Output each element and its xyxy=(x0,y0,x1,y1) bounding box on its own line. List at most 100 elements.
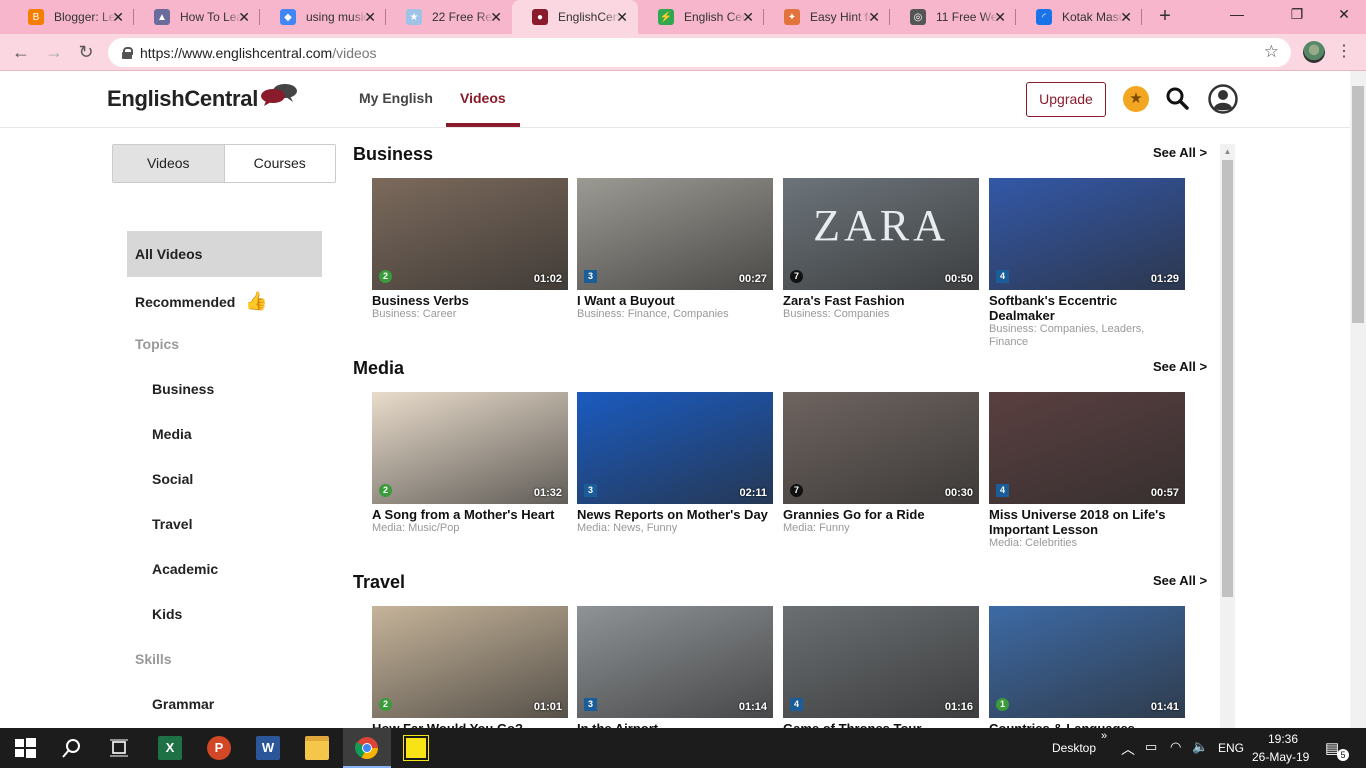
video-card[interactable]: 2 01:32 A Song from a Mother's Heart Media:… xyxy=(372,392,568,535)
video-title[interactable]: I Want a Buyout xyxy=(577,293,773,308)
desktop-toolbar-label[interactable]: Desktop xyxy=(1052,741,1096,755)
sidebar-item-kids[interactable]: Kids xyxy=(152,606,182,622)
restore-button[interactable]: ❐ xyxy=(1286,6,1308,26)
nav-videos[interactable]: Videos xyxy=(460,90,506,106)
video-card[interactable]: 4 01:29 Softbank's Eccentric Dealmaker Busi… xyxy=(989,178,1185,349)
sidebar-item-all-videos[interactable]: All Videos xyxy=(127,231,322,277)
excel-icon[interactable]: X xyxy=(158,736,182,760)
language-indicator[interactable]: ENG xyxy=(1218,741,1244,755)
battery-icon[interactable]: ▭ xyxy=(1145,739,1157,755)
englishcentral-logo[interactable]: EnglishCentral xyxy=(107,84,297,112)
browser-tab-english-central[interactable]: ⚡ English Cen ✕ xyxy=(638,0,764,34)
tab-close-icon[interactable]: ✕ xyxy=(112,9,124,25)
windows-start-icon[interactable] xyxy=(13,736,37,760)
video-thumbnail[interactable]: 4 00:57 xyxy=(989,392,1185,504)
browser-tab-22-free-resources[interactable]: ★ 22 Free Res ✕ xyxy=(386,0,512,34)
video-title[interactable]: A Song from a Mother's Heart xyxy=(372,507,568,522)
sidebar-item-travel[interactable]: Travel xyxy=(152,516,192,532)
minimize-button[interactable]: — xyxy=(1226,6,1248,26)
toggle-courses[interactable]: Courses xyxy=(225,145,336,182)
video-thumbnail[interactable]: 3 00:27 xyxy=(577,178,773,290)
back-icon[interactable]: ← xyxy=(9,41,33,63)
browser-tab-blogger[interactable]: B Blogger: Le ✕ xyxy=(8,0,134,34)
video-card[interactable]: ZARA 7 00:50 Zara's Fast Fashion Business: C… xyxy=(783,178,979,321)
tab-close-icon[interactable]: ✕ xyxy=(616,9,628,25)
video-title[interactable]: News Reports on Mother's Day xyxy=(577,507,773,522)
video-title[interactable]: Grannies Go for a Ride xyxy=(783,507,979,522)
tab-close-icon[interactable]: ✕ xyxy=(364,9,376,25)
clock-time[interactable]: 19:36 xyxy=(1268,732,1298,746)
video-thumbnail[interactable]: 2 01:32 xyxy=(372,392,568,504)
video-thumbnail[interactable]: 4 01:16 xyxy=(783,606,979,718)
tab-close-icon[interactable]: ✕ xyxy=(1120,9,1132,25)
browser-tab-using-music[interactable]: ◆ using music ✕ xyxy=(260,0,386,34)
video-title[interactable]: Zara's Fast Fashion xyxy=(783,293,979,308)
tab-close-icon[interactable]: ✕ xyxy=(490,9,502,25)
address-bar[interactable]: https://www.englishcentral.com/videos ☆ xyxy=(108,38,1291,67)
tab-close-icon[interactable]: ✕ xyxy=(742,9,754,25)
task-view-icon[interactable] xyxy=(107,736,131,760)
page-scrollbar-thumb[interactable] xyxy=(1352,86,1364,323)
search-icon[interactable] xyxy=(60,736,84,760)
file-explorer-icon[interactable] xyxy=(305,736,329,760)
see-all-link[interactable]: See All > xyxy=(1153,573,1207,588)
word-icon[interactable]: W xyxy=(256,736,280,760)
upgrade-button[interactable]: Upgrade xyxy=(1026,82,1106,117)
video-card[interactable]: 3 00:27 I Want a Buyout Business: Finance, … xyxy=(577,178,773,321)
see-all-link[interactable]: See All > xyxy=(1153,145,1207,160)
new-tab-button[interactable]: + xyxy=(1154,6,1176,28)
video-thumbnail[interactable]: 7 00:30 xyxy=(783,392,979,504)
clock-date[interactable]: 26-May-19 xyxy=(1252,750,1309,764)
video-card[interactable]: 401:16Game of Thrones Tour xyxy=(783,606,979,736)
sticky-notes-icon[interactable] xyxy=(403,735,429,761)
sidebar-item-recommended[interactable]: Recommended 👍 xyxy=(135,291,268,312)
video-card[interactable]: 301:14In the Airport xyxy=(577,606,773,736)
video-card[interactable]: 3 02:11 News Reports on Mother's Day Media:… xyxy=(577,392,773,535)
browser-tab-11-free-websites[interactable]: ◎ 11 Free Wel ✕ xyxy=(890,0,1016,34)
video-thumbnail[interactable]: 3 01:14 xyxy=(577,606,773,718)
toggle-videos[interactable]: Videos xyxy=(113,145,225,182)
sidebar-item-academic[interactable]: Academic xyxy=(152,561,218,577)
video-title[interactable]: Softbank's Eccentric Dealmaker xyxy=(989,293,1185,323)
sidebar-item-social[interactable]: Social xyxy=(152,471,193,487)
tab-close-icon[interactable]: ✕ xyxy=(994,9,1006,25)
panel-scrollbar-thumb[interactable] xyxy=(1222,160,1233,597)
search-icon[interactable] xyxy=(1165,86,1189,110)
video-card[interactable]: 2 01:02 Business Verbs Business: Career xyxy=(372,178,568,321)
sidebar-item-media[interactable]: Media xyxy=(152,426,192,442)
chevron-double-right-icon[interactable]: » xyxy=(1101,730,1107,742)
video-thumbnail[interactable]: 2 01:02 xyxy=(372,178,568,290)
browser-tab-englishcentral[interactable]: ● EnglishCent ✕ xyxy=(512,0,638,34)
forward-icon[interactable]: → xyxy=(42,41,66,63)
tab-close-icon[interactable]: ✕ xyxy=(238,9,250,25)
sidebar-item-business[interactable]: Business xyxy=(152,381,214,397)
reload-icon[interactable]: ↻ xyxy=(74,41,98,63)
powerpoint-icon[interactable]: P xyxy=(207,736,231,760)
video-thumbnail[interactable]: ZARA 7 00:50 xyxy=(783,178,979,290)
star-icon[interactable]: ★ xyxy=(1123,86,1149,112)
video-thumbnail[interactable]: 2 01:01 xyxy=(372,606,568,718)
see-all-link[interactable]: See All > xyxy=(1153,359,1207,374)
chrome-icon[interactable] xyxy=(355,736,379,760)
nav-my-english[interactable]: My English xyxy=(359,90,433,106)
video-card[interactable]: 201:01How Far Would You Go? xyxy=(372,606,568,736)
volume-icon[interactable]: 🔈 xyxy=(1192,739,1208,755)
video-title[interactable]: Business Verbs xyxy=(372,293,568,308)
video-thumbnail[interactable]: 1 01:41 xyxy=(989,606,1185,718)
browser-menu-icon[interactable]: ⋮ xyxy=(1336,41,1352,63)
video-card[interactable]: 4 00:57 Miss Universe 2018 on Life's Impor… xyxy=(989,392,1185,550)
browser-tab-how-to-learn[interactable]: ▲ How To Lea ✕ xyxy=(134,0,260,34)
browser-tab-kotak-masu[interactable]: ◜ Kotak Masu ✕ xyxy=(1016,0,1142,34)
video-card[interactable]: 7 00:30 Grannies Go for a Ride Media: Funny xyxy=(783,392,979,535)
tab-close-icon[interactable]: ✕ xyxy=(868,9,880,25)
profile-avatar[interactable] xyxy=(1303,41,1325,63)
close-window-button[interactable]: ✕ xyxy=(1333,6,1355,26)
browser-tab-easy-hint[interactable]: ✦ Easy Hint fo ✕ xyxy=(764,0,890,34)
wifi-icon[interactable]: ◠ xyxy=(1170,739,1181,755)
video-title[interactable]: Miss Universe 2018 on Life's Important L… xyxy=(989,507,1185,537)
chevron-up-icon[interactable]: ︿ xyxy=(1121,739,1135,759)
video-card[interactable]: 101:41Countries & Languages xyxy=(989,606,1185,736)
video-thumbnail[interactable]: 3 02:11 xyxy=(577,392,773,504)
bookmark-star-icon[interactable]: ☆ xyxy=(1264,42,1279,62)
sidebar-item-grammar[interactable]: Grammar xyxy=(152,696,214,712)
